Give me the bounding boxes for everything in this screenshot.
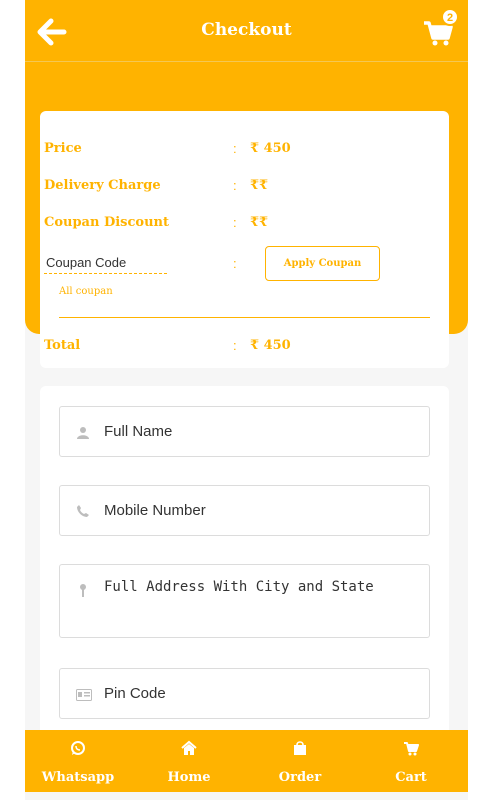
total-colon: : — [233, 338, 237, 353]
coupon-code-input[interactable] — [44, 252, 167, 274]
delivery-charge-label: Delivery Charge — [44, 178, 161, 193]
apply-coupon-button[interactable]: Apply Coupan — [265, 246, 380, 281]
nav-order[interactable]: Order — [250, 730, 350, 792]
nav-label-home: Home — [167, 770, 211, 785]
phone-icon — [77, 505, 89, 517]
pin-code-field[interactable] — [59, 668, 430, 719]
mobile-number-field[interactable] — [59, 485, 430, 536]
user-icon — [77, 427, 89, 439]
app-frame: Checkout 2 Price : ₹ 450 Delivery Charge… — [25, 0, 468, 800]
coupon-discount-label: Coupan Discount — [44, 215, 169, 230]
bottom-nav: Whatsapp Home Order Cart — [25, 730, 468, 792]
map-pin-icon — [80, 584, 86, 597]
discount-colon: : — [233, 215, 237, 230]
cart-count-badge: 2 — [441, 8, 459, 26]
coupon-discount-value: ₹₹ — [250, 215, 269, 230]
home-icon — [181, 740, 197, 755]
pin-code-input[interactable] — [104, 669, 421, 718]
nav-cart[interactable]: Cart — [361, 730, 461, 792]
mobile-number-input[interactable] — [104, 486, 421, 535]
header-bar: Checkout 2 — [25, 0, 468, 62]
full-name-field[interactable] — [59, 406, 430, 457]
full-name-input[interactable] — [104, 407, 421, 456]
summary-divider — [59, 317, 430, 318]
id-card-icon — [76, 689, 92, 701]
nav-label-whatsapp: Whatsapp — [41, 770, 115, 785]
shopping-bag-icon — [294, 741, 306, 755]
total-label: Total — [44, 338, 81, 353]
nav-whatsapp[interactable]: Whatsapp — [28, 730, 128, 792]
price-colon: : — [233, 141, 237, 156]
cart-icon — [404, 742, 419, 756]
nav-label-cart: Cart — [395, 770, 427, 785]
address-field[interactable] — [59, 564, 430, 638]
price-value: ₹ 450 — [250, 141, 291, 156]
coupon-colon: : — [233, 256, 237, 271]
nav-home[interactable]: Home — [139, 730, 239, 792]
nav-label-order: Order — [278, 770, 322, 785]
whatsapp-icon — [71, 741, 85, 755]
order-summary-card — [40, 111, 449, 368]
total-value: ₹ 450 — [250, 338, 291, 353]
delivery-colon: : — [233, 178, 237, 193]
address-input[interactable] — [104, 579, 421, 629]
page-title: Checkout — [201, 20, 292, 40]
delivery-charge-value: ₹₹ — [250, 178, 269, 193]
all-coupon-link[interactable]: All coupan — [59, 286, 113, 297]
price-label: Price — [44, 141, 82, 156]
